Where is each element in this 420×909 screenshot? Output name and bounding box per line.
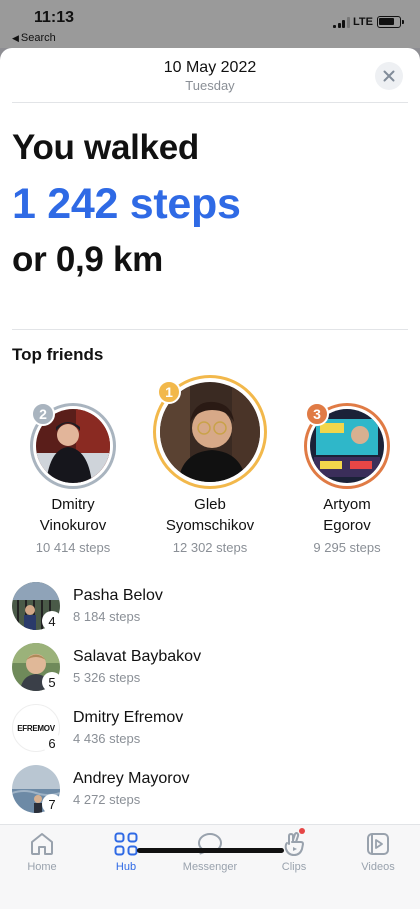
podium-friend-1[interactable]: 1 Gleb Syomschikov 12 302 steps [140, 374, 280, 568]
home-indicator [137, 848, 284, 853]
signal-icon [333, 17, 350, 28]
podium-friend-2[interactable]: 2 Dmitry Vinokurov 10 414 steps [3, 398, 143, 568]
friend-steps: 8 184 steps [73, 609, 141, 624]
rank-badge: 6 [42, 733, 62, 753]
close-icon [383, 70, 395, 82]
friend-name: Dmitry Efremov [73, 709, 184, 726]
section-divider [12, 329, 408, 330]
rank-badge: 1 [157, 380, 181, 404]
tab-bar: Home Hub Messenger Clips Videos [0, 824, 420, 909]
tab-label: Videos [361, 861, 395, 873]
friend-name: Salavat Baybakov [73, 648, 202, 665]
friend-steps: 10 414 steps [35, 540, 111, 555]
rank-badge: 4 [42, 611, 62, 631]
podium-friend-3[interactable]: 3 Artyom Egorov 9 295 steps [277, 398, 417, 568]
friend-first-name: Artyom [323, 496, 371, 513]
friend-steps: 9 295 steps [313, 540, 381, 555]
top-friends-title: Top friends [12, 345, 104, 364]
sheet-header: 10 May 2022 Tuesday [0, 48, 420, 102]
network-type: LTE [353, 16, 373, 28]
friend-steps: 5 326 steps [73, 670, 141, 685]
home-icon [31, 833, 53, 855]
friend-row[interactable]: 5 Salavat Baybakov 5 326 steps [0, 643, 420, 701]
tab-label: Home [27, 861, 57, 873]
rank-badge: 5 [42, 672, 62, 692]
tab-videos[interactable]: Videos [336, 831, 420, 873]
friend-last-name: Syomschikov [165, 517, 255, 534]
tab-label: Hub [115, 861, 137, 873]
status-bar: 11:13 ◀ Search LTE [0, 0, 420, 48]
video-play-icon [367, 833, 389, 855]
summary-heading: You walked [12, 128, 199, 167]
rank-badge: 3 [305, 402, 329, 426]
steps-sheet: 10 May 2022 Tuesday You walked 1 242 ste… [0, 48, 420, 909]
status-time: 11:13 [34, 9, 75, 26]
friend-row[interactable]: EFREMOV 6 Dmitry Efremov 4 436 steps [0, 704, 420, 762]
distance-km: or 0,9 km [12, 240, 163, 279]
rank-badge: 7 [42, 794, 62, 814]
steps-count: 1 242 steps [12, 180, 241, 228]
friend-first-name: Dmitry [51, 496, 95, 513]
tab-label: Clips [281, 861, 307, 873]
notification-dot [299, 828, 305, 834]
friend-steps: 4 272 steps [73, 792, 141, 807]
chat-bubble-icon [198, 833, 222, 855]
rank-badge: 2 [31, 402, 55, 426]
friend-last-name: Egorov [323, 517, 371, 534]
friend-steps: 12 302 steps [172, 540, 248, 555]
back-arrow-icon: ◀ [12, 33, 19, 43]
back-label: Search [20, 32, 56, 44]
tab-label: Messenger [182, 861, 238, 873]
avatar-logo-text: EFREMOV [17, 723, 55, 733]
back-to-search-button[interactable]: ◀ Search [12, 32, 56, 44]
friend-row[interactable]: 7 Andrey Mayorov 4 272 steps [0, 765, 420, 823]
hub-grid-icon [114, 832, 138, 856]
friend-name: Andrey Mayorov [73, 770, 190, 787]
clips-icon [284, 832, 305, 857]
friend-row[interactable]: 4 Pasha Belov 8 184 steps [0, 582, 420, 640]
friend-last-name: Vinokurov [39, 517, 107, 534]
header-divider [12, 102, 408, 103]
friend-name: Pasha Belov [73, 587, 163, 604]
battery-icon [377, 16, 404, 28]
tab-home[interactable]: Home [0, 831, 84, 873]
weekday-subtitle: Tuesday [185, 78, 235, 93]
close-button[interactable] [375, 62, 403, 90]
friend-first-name: Gleb [194, 496, 226, 513]
date-title: 10 May 2022 [163, 59, 257, 76]
friend-steps: 4 436 steps [73, 731, 141, 746]
